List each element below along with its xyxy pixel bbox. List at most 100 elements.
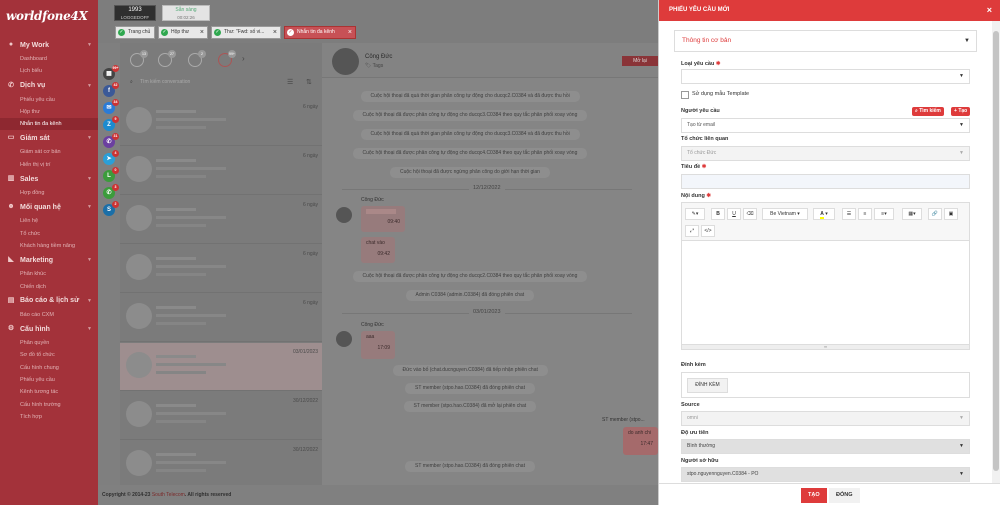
telegram-icon[interactable]: ➤ 4 xyxy=(103,150,119,165)
add-icon[interactable]: 13 xyxy=(130,50,148,67)
scrollbar-thumb[interactable] xyxy=(993,31,999,471)
conversation-item[interactable]: 30/12/2022 xyxy=(120,392,322,440)
sidebar-item[interactable]: Sơ đồ tổ chức xyxy=(0,349,98,361)
sidebar-item[interactable]: Chiến dịch xyxy=(0,281,98,293)
check-circle-icon[interactable]: 99+ xyxy=(218,50,236,67)
zalo-icon[interactable]: Z9 xyxy=(103,116,119,131)
close-icon[interactable]: × xyxy=(270,27,277,38)
extension-widget[interactable]: 1993 LOGGEDOFF xyxy=(114,5,156,21)
agent-status-widget[interactable]: Sẵn sàng 00:02:26 xyxy=(162,5,210,21)
sidebar-section-4[interactable]: ☻ Mối quan hệ ▼ xyxy=(0,199,98,215)
close-button[interactable]: ĐÓNG xyxy=(829,488,860,503)
create-button[interactable]: TẠO xyxy=(801,488,827,503)
conversation-item[interactable]: 6 ngày xyxy=(120,245,322,293)
sidebar-item[interactable]: Lịch biểu xyxy=(0,65,98,77)
underline-button[interactable]: U xyxy=(727,208,741,220)
bold-button[interactable]: B xyxy=(711,208,725,220)
tab-mail[interactable]: ✓ Thư: "Fwd: số vi... × xyxy=(211,26,281,39)
source-select[interactable]: omni ▼ xyxy=(681,411,970,426)
font-family-select[interactable]: Be Vietnam ▾ xyxy=(762,208,808,220)
subject-input[interactable] xyxy=(681,174,970,189)
attach-button[interactable]: ĐÍNH KÈM xyxy=(687,378,728,393)
sidebar-item[interactable]: Tổ chức xyxy=(0,228,98,240)
sidebar-section-5[interactable]: ◣ Marketing ▼ xyxy=(0,252,98,268)
owner-select[interactable]: stpo.nguyennguyen.C0384 - PO ▼ xyxy=(681,467,970,482)
conversation-item[interactable]: 30/12/2022 xyxy=(120,441,322,489)
whatsapp-icon[interactable]: ✆ 3 xyxy=(103,184,119,199)
eraser-icon[interactable]: ⌫ xyxy=(743,208,757,220)
sidebar-section-3[interactable]: ▥ Sales ▼ xyxy=(0,171,98,187)
tab-mailbox[interactable]: ✓ Hộp thư × xyxy=(158,26,208,39)
conversation-item[interactable]: 6 ngày xyxy=(120,147,322,195)
line-icon[interactable]: L0 xyxy=(103,167,119,182)
search-requester-button[interactable]: ⌕ Tìm kiếm xyxy=(912,107,944,116)
basic-info-section[interactable]: Thông tin cơ bản ▼ xyxy=(674,30,977,52)
sidebar-item[interactable]: Khách hàng tiềm năng xyxy=(0,240,98,252)
fullscreen-icon[interactable]: ⤢ xyxy=(685,225,699,237)
sidebar-item[interactable]: Hiển thị vị trí xyxy=(0,159,98,171)
viber-icon[interactable]: ✆ 31 xyxy=(103,133,119,148)
organization-select[interactable]: Tổ chức Đức ▼ xyxy=(681,146,970,161)
sidebar-section-6[interactable]: ▤ Báo cáo & lịch sử ▼ xyxy=(0,293,98,309)
text-color-button[interactable]: A ▾ xyxy=(813,208,835,220)
omni-icon[interactable]: ▦ 99+ xyxy=(103,65,119,80)
conversation-item[interactable]: 6 ngày xyxy=(120,196,322,244)
sidebar-item[interactable]: Hợp đồng xyxy=(0,187,98,199)
requester-select[interactable]: Tạo từ email ▼ xyxy=(681,118,970,133)
sidebar-item[interactable]: Dashboard xyxy=(0,53,98,65)
tab-omnichannel[interactable]: ✓ Nhắn tin đa kênh × xyxy=(284,26,356,39)
search-input[interactable]: ⌕ Tìm kiếm conversation xyxy=(128,76,288,88)
close-icon[interactable]: × xyxy=(987,0,992,21)
chevron-right-icon[interactable]: › xyxy=(242,54,245,63)
conversation-item[interactable]: 6 ngày xyxy=(120,98,322,146)
sidebar-item[interactable]: Phân quyền xyxy=(0,337,98,349)
link-icon[interactable]: 🔗 xyxy=(928,208,942,220)
user-icon[interactable]: 2 xyxy=(188,50,206,67)
filter-icon[interactable]: ☰ xyxy=(287,78,293,86)
sidebar-item[interactable]: Cấu hình chung xyxy=(0,362,98,374)
close-icon[interactable]: × xyxy=(200,27,204,38)
sidebar-section-2[interactable]: ▭ Giám sát ▼ xyxy=(0,130,98,146)
priority-select[interactable]: Bình thường ▼ xyxy=(681,439,970,454)
image-icon[interactable]: ▣ xyxy=(944,208,958,220)
request-type-select[interactable]: ▼ xyxy=(681,69,970,84)
tab-home[interactable]: ✓ Trang chủ xyxy=(115,26,155,39)
messenger-icon[interactable]: ✉ 34 xyxy=(103,99,119,114)
code-view-icon[interactable]: </> xyxy=(701,225,715,237)
contact-avatar[interactable] xyxy=(332,48,359,75)
brand-logo[interactable]: worldfone4X xyxy=(0,0,98,37)
sidebar-item[interactable]: Giám sát cơ bản xyxy=(0,146,98,158)
rich-text-editor[interactable]: ✎▾ B U ⌫ Be Vietnam ▾ A ▾ ☰ ≡ ≡▾ ▦▾ 🔗 ▣ … xyxy=(681,202,970,350)
skype-icon[interactable]: S2 xyxy=(103,201,119,216)
sidebar-item[interactable]: Nhắn tin đa kênh xyxy=(0,118,98,131)
editor-resize-handle[interactable]: ═ xyxy=(682,344,969,349)
sidebar-section-1[interactable]: ✆ Dịch vụ ▼ xyxy=(0,78,98,94)
create-requester-button[interactable]: + Tạo xyxy=(951,107,971,116)
contact-name[interactable]: Công Đức xyxy=(365,54,392,60)
panel-scrollbar[interactable] xyxy=(992,21,1000,483)
sidebar-item[interactable]: Báo cáo CXM xyxy=(0,309,98,321)
sidebar-item[interactable]: Phân khúc xyxy=(0,268,98,280)
sort-icon[interactable]: ⇅ xyxy=(306,78,312,86)
sidebar-item[interactable]: Cấu hình trường xyxy=(0,399,98,411)
bullet-list-icon[interactable]: ☰ xyxy=(842,208,856,220)
sidebar-item[interactable]: Kênh tương tác xyxy=(0,386,98,398)
company-link[interactable]: South Telecom xyxy=(152,492,185,498)
conversation-item[interactable]: 6 ngày xyxy=(120,294,322,342)
sidebar-section-7[interactable]: ⚙ Cấu hình ▼ xyxy=(0,321,98,337)
sidebar-item[interactable]: Phiếu yêu cầu xyxy=(0,94,98,106)
magic-wand-icon[interactable]: ✎▾ xyxy=(685,208,705,220)
conversation-item[interactable]: 03/01/2023 xyxy=(120,343,322,391)
sidebar-item[interactable]: Tích hợp xyxy=(0,411,98,423)
sidebar-item[interactable]: Liên hệ xyxy=(0,215,98,227)
table-icon[interactable]: ▦▾ xyxy=(902,208,922,220)
ordered-list-icon[interactable]: ≡ xyxy=(858,208,872,220)
facebook-icon[interactable]: f 42 xyxy=(103,82,119,97)
tags-label[interactable]: 🏷 Tags xyxy=(365,63,383,69)
template-checkbox[interactable] xyxy=(681,91,689,99)
sidebar-item[interactable]: Hộp thư xyxy=(0,106,98,118)
group-icon[interactable]: 27 xyxy=(158,50,176,67)
align-icon[interactable]: ≡▾ xyxy=(874,208,894,220)
close-icon[interactable]: × xyxy=(348,27,352,38)
sidebar-item[interactable]: Phiếu yêu cầu xyxy=(0,374,98,386)
